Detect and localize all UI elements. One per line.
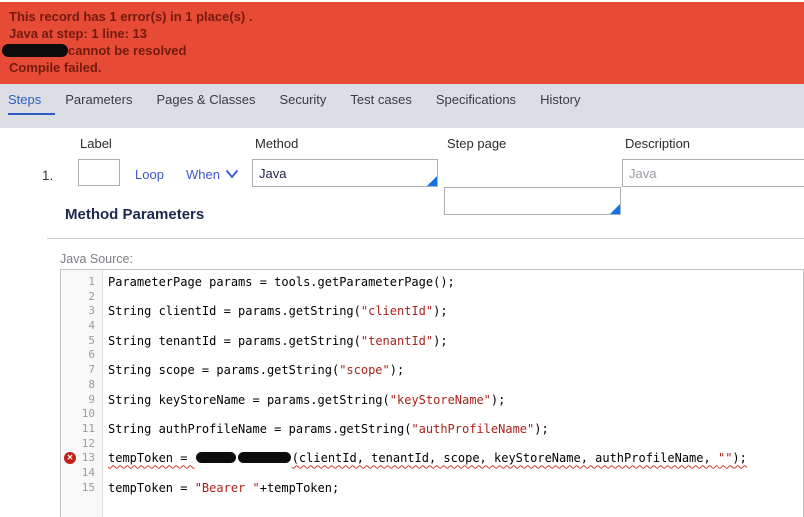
method-field-heading: Method [255, 136, 299, 151]
tab-test-cases[interactable]: Test cases [350, 92, 425, 115]
line-number: 6 [88, 348, 95, 362]
code-line: 2 [61, 290, 803, 305]
code-line: 6 [61, 348, 803, 363]
redacted-class-name [195, 452, 236, 464]
string-literal: "clientId" [360, 304, 434, 319]
tab-steps[interactable]: Steps [8, 92, 56, 115]
description-field-heading: Description [625, 136, 691, 151]
line-number: 8 [88, 377, 95, 391]
java-source-label: Java Source: [60, 252, 133, 266]
code-line: 10 [61, 407, 803, 422]
line-number: 15 [81, 480, 95, 494]
code-line: 14 [61, 466, 803, 481]
label-field-heading: Label [80, 136, 112, 151]
code-line: 11 String authProfileName = params.getStr… [61, 422, 803, 437]
code-line: 15 tempToken = "Bearer "+tempToken; [61, 481, 803, 496]
string-literal: "authProfileName" [411, 421, 535, 436]
code-line: 7 String scope = params.getString("scope"… [61, 363, 803, 378]
loop-link[interactable]: Loop [135, 167, 164, 182]
code-line: 1 ParameterPage params = tools.getParamet… [61, 275, 803, 290]
step-page-input[interactable] [444, 187, 621, 215]
line-number: 11 [81, 421, 95, 435]
tab-history[interactable]: History [540, 92, 594, 115]
line-number: 2 [88, 289, 95, 303]
error-banner: This record has 1 error(s) in 1 place(s)… [0, 2, 804, 84]
method-combobox[interactable] [252, 159, 438, 187]
chevron-down-icon[interactable] [224, 166, 240, 187]
string-literal: "" [717, 451, 733, 466]
line-number: 10 [81, 407, 95, 421]
tab-pages-classes[interactable]: Pages & Classes [156, 92, 269, 115]
tab-specifications[interactable]: Specifications [436, 92, 530, 115]
step-page-field-heading: Step page [447, 136, 507, 151]
string-literal: "scope" [339, 363, 390, 378]
code-line: 8 [61, 378, 803, 393]
code-line: 3 String clientId = params.getString("cli… [61, 304, 803, 319]
java-source-editor[interactable]: 1 ParameterPage params = tools.getParamet… [60, 269, 804, 517]
code-line: 12 [61, 437, 803, 452]
line-number: 9 [88, 392, 95, 406]
string-literal: "keyStoreName" [389, 392, 491, 407]
tab-parameters[interactable]: Parameters [65, 92, 146, 115]
code-line: 5 String tenantId = params.getString("ten… [61, 334, 803, 349]
redacted-method-name [237, 452, 291, 464]
line-number: 14 [81, 465, 95, 479]
banner-line-compile: Compile failed. [9, 60, 102, 75]
steps-panel: 1. Label Loop When Method Step page Desc… [8, 128, 804, 517]
line-number: 5 [88, 333, 95, 347]
description-input[interactable] [622, 159, 804, 187]
step-page-combobox[interactable] [444, 187, 621, 215]
code-line: 4 [61, 319, 803, 334]
tab-security[interactable]: Security [279, 92, 340, 115]
banner-line-message: cannot be resolved [2, 42, 795, 59]
section-divider [47, 238, 804, 239]
line-number: 3 [88, 304, 95, 318]
string-literal: "Bearer " [194, 480, 260, 495]
tab-bar: Steps Parameters Pages & Classes Securit… [0, 84, 804, 128]
page: This record has 1 error(s) in 1 place(s)… [0, 0, 804, 517]
line-number: 1 [88, 275, 95, 288]
when-link[interactable]: When [186, 167, 220, 182]
method-input[interactable] [252, 159, 438, 187]
banner-line-location: Java at step: 1 line: 13 [9, 26, 148, 41]
step-row-number: 1. [42, 168, 54, 183]
code-line-error: ✕ 13 tempToken = (clientId, tenantId, scop… [61, 451, 803, 466]
string-literal: "tenantId" [360, 333, 434, 348]
label-input[interactable] [78, 159, 120, 186]
line-number: 4 [88, 319, 95, 333]
autocomplete-corner-icon [610, 204, 620, 214]
code-line: 9 String keyStoreName = params.getString(… [61, 393, 803, 408]
line-number: 12 [81, 436, 95, 450]
autocomplete-corner-icon [427, 176, 437, 186]
redacted-identifier [2, 44, 68, 57]
line-number: 7 [88, 363, 95, 377]
method-parameters-heading: Method Parameters [65, 206, 205, 223]
banner-line-summary: This record has 1 error(s) in 1 place(s)… [9, 9, 253, 24]
